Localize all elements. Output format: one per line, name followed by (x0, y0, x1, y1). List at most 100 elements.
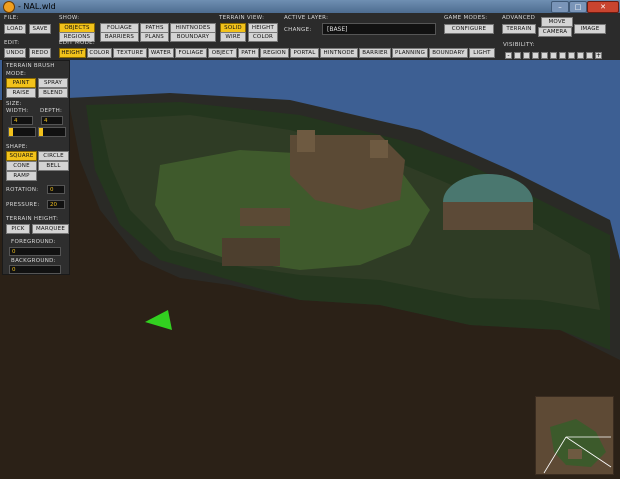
background-value[interactable]: 0 (9, 265, 61, 274)
show-boundary-toggle[interactable]: BOUNDARY (170, 32, 216, 42)
shape-ramp-button[interactable]: RAMP (6, 171, 37, 181)
change-label: CHANGE: (284, 27, 312, 33)
visibility-step[interactable] (577, 52, 584, 59)
brush-panel-title: TERRAIN BRUSH (6, 63, 55, 69)
minimap-village (568, 449, 582, 459)
active-layer-label: ACTIVE LAYER: (284, 15, 329, 21)
terrain-viewport[interactable] (0, 60, 620, 479)
size-label: SIZE: (6, 101, 22, 107)
configure-button[interactable]: CONFIGURE (444, 24, 494, 34)
save-button[interactable]: SAVE (29, 24, 51, 34)
terrain-scene (0, 60, 620, 479)
image-button[interactable]: IMAGE (574, 24, 606, 34)
visibility-increase[interactable]: + (595, 52, 602, 59)
building-shed (240, 208, 290, 226)
visibility-step[interactable] (532, 52, 539, 59)
pressure-value[interactable]: 20 (47, 200, 65, 209)
foreground-value[interactable]: 0 (9, 247, 61, 256)
edit-mode-light[interactable]: LIGHT (469, 48, 495, 58)
rotation-value[interactable]: 0 (47, 185, 65, 194)
depth-value[interactable]: 4 (41, 116, 63, 125)
redo-button[interactable]: REDO (29, 48, 51, 58)
advanced-label: ADVANCED (502, 15, 536, 21)
edit-label: EDIT: (4, 40, 20, 46)
background-label: BACKGROUND: (11, 258, 56, 264)
advanced-terrain-button[interactable]: TERRAIN (502, 24, 536, 34)
visibility-label: VISIBILITY: (503, 42, 535, 48)
pressure-label: PRESSURE: (6, 202, 40, 208)
move-button[interactable]: MOVE (541, 17, 573, 27)
edit-mode-object[interactable]: OBJECT (208, 48, 237, 58)
mode-spray-button[interactable]: SPRAY (38, 78, 68, 88)
edit-mode-texture[interactable]: TEXTURE (113, 48, 147, 58)
shape-circle-button[interactable]: CIRCLE (38, 151, 69, 161)
show-barriers-toggle[interactable]: BARRIERS (100, 32, 139, 42)
width-slider-fill (9, 128, 13, 136)
edit-mode-region[interactable]: REGION (260, 48, 289, 58)
title-bar: - NAL.wld – □ ✕ (0, 0, 620, 13)
foreground-label: FOREGROUND: (11, 239, 56, 245)
shape-square-button[interactable]: SQUARE (6, 151, 37, 161)
terrain-view-label: TERRAIN VIEW: (219, 15, 265, 21)
width-value[interactable]: 4 (11, 116, 33, 125)
visibility-step[interactable] (550, 52, 557, 59)
camera-button[interactable]: CAMERA (538, 27, 572, 37)
mode-label: MODE: (6, 71, 27, 77)
width-label: WIDTH: (6, 108, 29, 114)
close-button[interactable]: ✕ (587, 1, 619, 13)
depth-slider-fill (39, 128, 43, 136)
visibility-step[interactable] (523, 52, 530, 59)
visibility-slider[interactable]: - + (505, 52, 609, 59)
minimize-button[interactable]: – (551, 1, 569, 13)
edit-mode-foliage[interactable]: FOLIAGE (175, 48, 207, 58)
mode-blend-button[interactable]: BLEND (38, 88, 68, 98)
rotation-label: ROTATION: (6, 187, 39, 193)
visibility-step[interactable] (541, 52, 548, 59)
terrain-brush-panel: TERRAIN BRUSH MODE: PAINT SPRAY RAISE BL… (2, 60, 70, 275)
edit-mode-water[interactable]: WATER (148, 48, 174, 58)
dome-base (443, 202, 533, 230)
visibility-step[interactable] (586, 52, 593, 59)
show-label: SHOW: (59, 15, 80, 21)
marquee-button[interactable]: MARQUEE (32, 224, 69, 234)
terrain-view-color[interactable]: COLOR (248, 32, 278, 42)
depth-label: DEPTH: (40, 108, 63, 114)
show-plans-toggle[interactable]: PLANS (140, 32, 169, 42)
width-slider[interactable] (8, 127, 36, 137)
game-modes-label: GAME MODES: (444, 15, 488, 21)
window-title: - NAL.wld (18, 2, 56, 11)
edit-mode-barrier[interactable]: BARRIER (359, 48, 391, 58)
edit-mode-hintnode[interactable]: HINTNODE (320, 48, 358, 58)
shape-label: SHAPE: (6, 144, 28, 150)
mode-paint-button[interactable]: PAINT (6, 78, 36, 88)
visibility-step[interactable] (514, 52, 521, 59)
minimap-render (536, 397, 613, 474)
depth-slider[interactable] (38, 127, 66, 137)
visibility-step[interactable] (559, 52, 566, 59)
edit-mode-path[interactable]: PATH (238, 48, 259, 58)
dirt-patch (222, 238, 280, 266)
minimap[interactable] (535, 396, 614, 475)
load-button[interactable]: LOAD (4, 24, 26, 34)
maximize-button[interactable]: □ (569, 1, 587, 13)
file-label: FILE: (4, 15, 19, 21)
terrain-view-wire[interactable]: WIRE (220, 32, 246, 42)
app-icon (3, 1, 15, 13)
undo-button[interactable]: UNDO (4, 48, 26, 58)
edit-mode-label: EDIT MODE: (59, 40, 96, 46)
building-house (370, 140, 388, 158)
visibility-step[interactable] (568, 52, 575, 59)
edit-mode-height[interactable]: HEIGHT (59, 48, 86, 58)
mode-raise-button[interactable]: RAISE (6, 88, 36, 98)
visibility-decrease[interactable]: - (505, 52, 512, 59)
building-tower (297, 130, 315, 152)
shape-cone-button[interactable]: CONE (6, 161, 37, 171)
edit-mode-planning[interactable]: PLANNING (392, 48, 428, 58)
shape-bell-button[interactable]: BELL (38, 161, 69, 171)
edit-mode-color[interactable]: COLOR (87, 48, 112, 58)
pick-button[interactable]: PICK (6, 224, 30, 234)
edit-mode-boundary[interactable]: BOUNDARY (429, 48, 468, 58)
active-layer-field[interactable]: [BASE] (322, 23, 436, 35)
terrain-height-label: TERRAIN HEIGHT: (6, 216, 59, 222)
edit-mode-portal[interactable]: PORTAL (290, 48, 319, 58)
